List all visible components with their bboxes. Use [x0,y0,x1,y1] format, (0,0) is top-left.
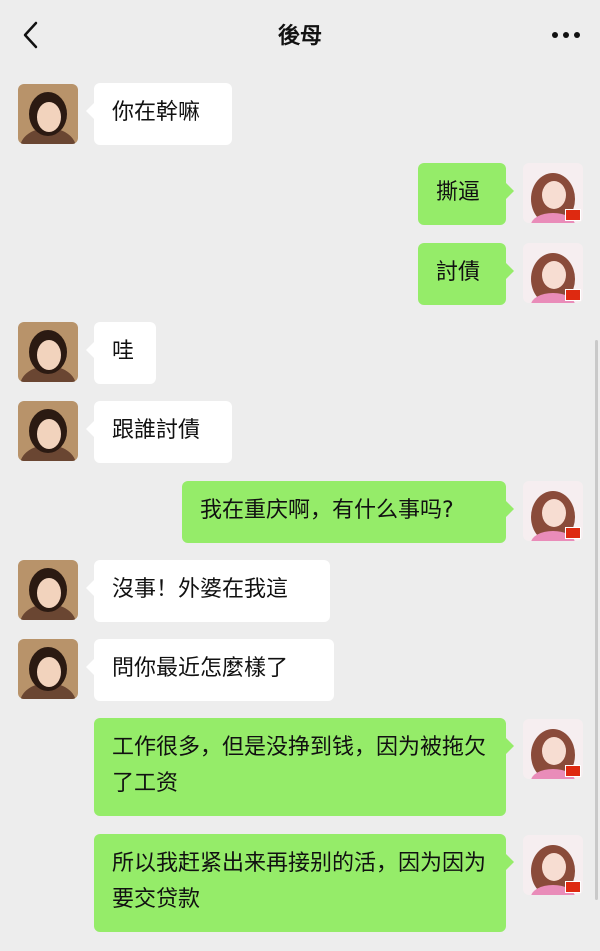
flag-icon [565,527,581,539]
contact-avatar[interactable] [18,639,78,699]
flag-icon [565,881,581,893]
my-avatar[interactable] [523,835,583,895]
flag-icon [565,765,581,777]
contact-avatar[interactable] [18,560,78,620]
contact-avatar[interactable] [18,322,78,382]
flag-icon [565,289,581,301]
message-bubble-received[interactable]: 你在幹嘛 [86,83,232,145]
my-avatar[interactable] [523,163,583,223]
message-bubble-received[interactable]: 哇 [86,322,156,384]
my-avatar[interactable] [523,719,583,779]
message-bubble-sent[interactable]: 工作很多，但是没挣到钱，因为被拖欠了工资 [94,718,514,816]
chat-header: 後母 [0,0,600,70]
message-bubble-sent[interactable]: 討債 [418,243,514,305]
message-bubble-sent[interactable]: 所以我赶紧出来再接别的活，因为因为要交贷款 [94,834,514,932]
flag-icon [565,209,581,221]
contact-avatar[interactable] [18,84,78,144]
message-bubble-sent[interactable]: 我在重庆啊，有什么事吗? [182,481,514,543]
message-bubble-received[interactable]: 問你最近怎麼樣了 [86,639,334,701]
message-bubble-sent[interactable]: 撕逼 [418,163,514,225]
chat-title: 後母 [277,24,322,49]
scrollbar[interactable] [595,340,598,900]
more-button[interactable] [546,18,586,52]
message-bubble-received[interactable]: 跟誰討債 [86,401,232,463]
contact-avatar[interactable] [18,401,78,461]
message-bubble-received[interactable]: 沒事！外婆在我這 [86,560,330,622]
my-avatar[interactable] [523,243,583,303]
more-icon [552,32,580,38]
my-avatar[interactable] [523,481,583,541]
